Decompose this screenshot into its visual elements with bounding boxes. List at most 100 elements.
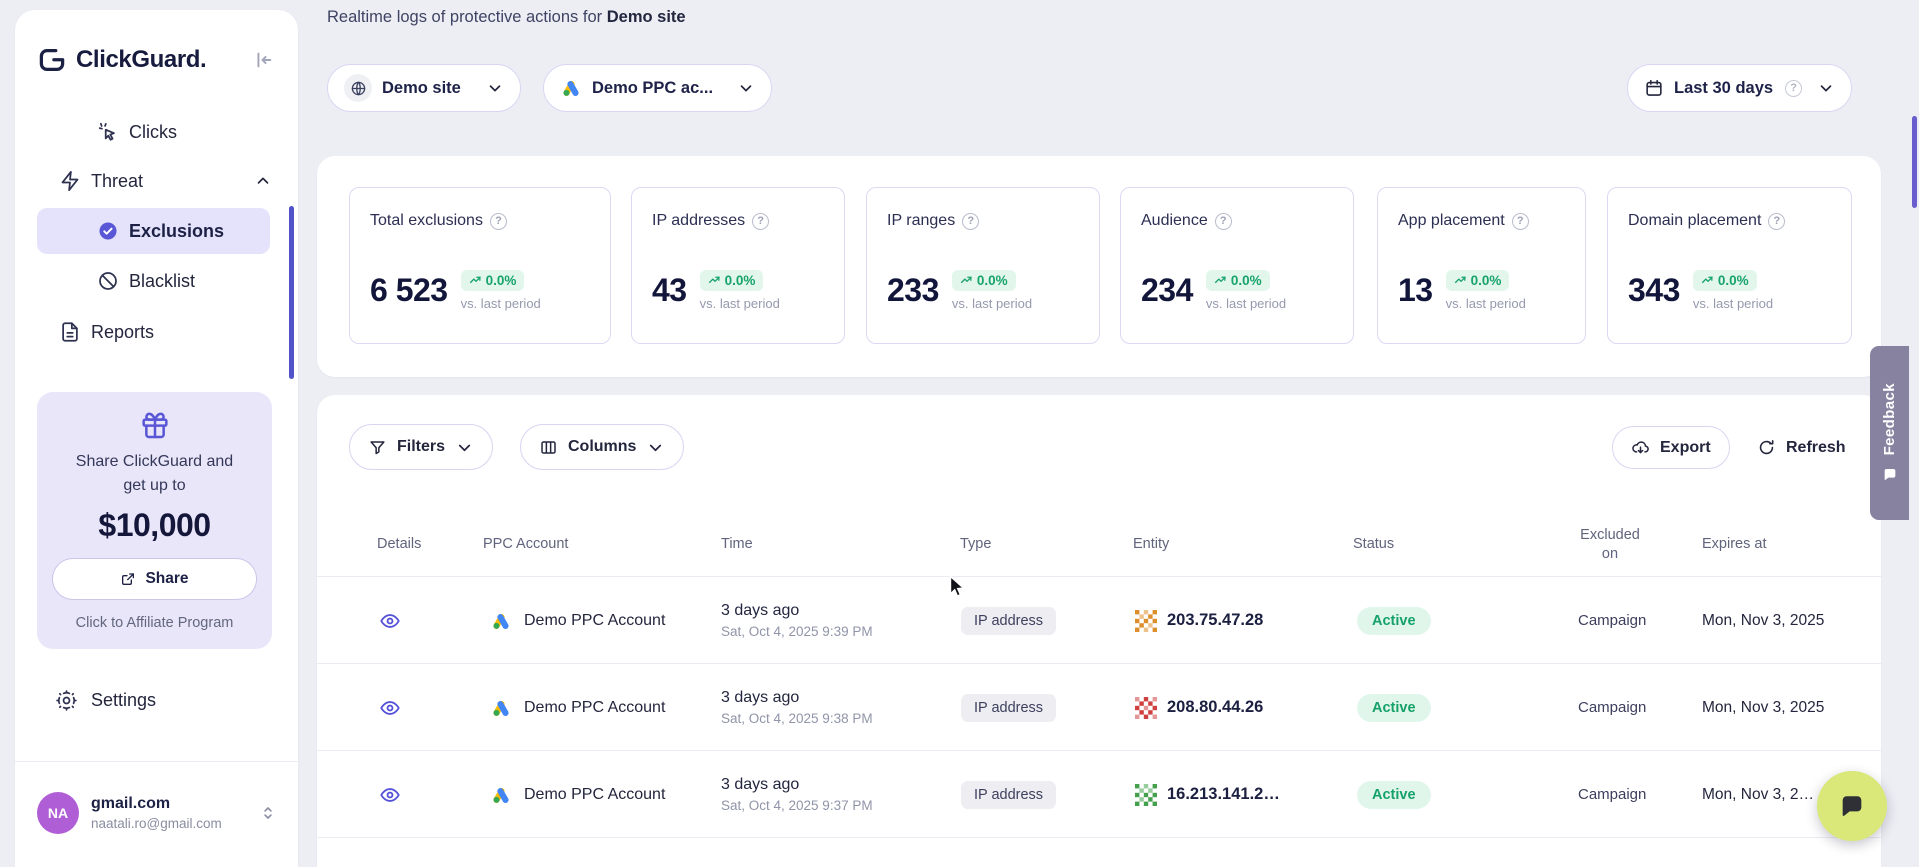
refresh-button[interactable]: Refresh (1749, 426, 1854, 469)
ban-icon (97, 270, 119, 292)
stat-audience: Audience 234 0.0% vs. last period (1120, 187, 1354, 344)
sidebar-divider (15, 761, 298, 762)
table-row: 3 days ago (317, 837, 1881, 867)
stat-title: IP ranges (887, 212, 955, 230)
ppc-account-selector-dropdown[interactable]: Demo PPC ac... (543, 64, 772, 112)
document-icon (59, 321, 81, 343)
sidebar-item-exclusions[interactable]: Exclusions (37, 208, 270, 254)
sidebar-item-threat[interactable]: Threat (15, 158, 298, 204)
sidebar-scrollbar-thumb[interactable] (289, 206, 294, 379)
chat-launcher-button[interactable] (1817, 771, 1887, 841)
promo-amount: $10,000 (37, 507, 272, 544)
cursor-click-icon (97, 121, 119, 143)
profile-name: gmail.com (91, 795, 222, 813)
delta-value: 0.0% (1471, 273, 1502, 288)
page-scrollbar-thumb[interactable] (1912, 116, 1917, 208)
entity-value: 16.213.141.2… (1167, 785, 1280, 804)
columns-label: Columns (568, 438, 636, 456)
stat-value: 43 (652, 272, 687, 309)
column-header-details: Details (377, 536, 421, 552)
ppc-account-selector-value: Demo PPC ac... (592, 79, 713, 98)
stat-app-placement: App placement 13 0.0% vs. last period (1377, 187, 1586, 344)
delta-value: 0.0% (486, 273, 517, 288)
stat-value: 234 (1141, 272, 1193, 309)
collapse-icon (252, 49, 274, 71)
entity-value: 208.80.44.26 (1167, 698, 1263, 717)
promo-text-line2: get up to (37, 474, 272, 498)
help-icon[interactable] (1768, 213, 1785, 230)
help-icon[interactable] (1785, 80, 1802, 97)
help-icon[interactable] (962, 213, 979, 230)
feedback-label: Feedback (1881, 383, 1898, 455)
chat-bubble-icon (1838, 792, 1866, 820)
trending-up-icon (708, 274, 721, 287)
trending-up-icon (469, 274, 482, 287)
delta-badge: 0.0% (952, 270, 1016, 291)
stat-title: Audience (1141, 212, 1208, 230)
help-icon[interactable] (490, 213, 507, 230)
stats-summary-card: Total exclusions 6 523 0.0% vs. last per… (317, 156, 1881, 377)
refresh-icon (1757, 438, 1776, 457)
sidebar-item-clicks[interactable]: Clicks (15, 109, 298, 155)
globe-icon (344, 74, 372, 102)
sidebar-item-label: Clicks (129, 122, 177, 143)
stat-value: 6 523 (370, 272, 448, 309)
affiliate-program-link[interactable]: Click to Affiliate Program (37, 615, 272, 631)
chevron-up-icon (254, 172, 272, 190)
stat-title: App placement (1398, 212, 1505, 230)
google-ads-icon (560, 77, 582, 99)
excluded-on-value: Campaign (1578, 786, 1646, 803)
expires-at-value: Mon, Nov 3, 2025 (1702, 699, 1824, 717)
feedback-tab[interactable]: Feedback (1870, 346, 1909, 520)
export-label: Export (1660, 439, 1711, 457)
date-range-dropdown[interactable]: Last 30 days (1627, 64, 1852, 112)
help-icon[interactable] (752, 213, 769, 230)
stat-title: Total exclusions (370, 212, 483, 230)
share-button-label: Share (145, 570, 188, 588)
delta-value: 0.0% (1718, 273, 1749, 288)
status-badge: Active (1357, 694, 1431, 722)
delta-badge: 0.0% (1446, 270, 1510, 291)
external-link-icon (120, 571, 136, 587)
view-details-eye-icon[interactable] (379, 697, 401, 719)
lightning-icon (59, 170, 81, 192)
export-button[interactable]: Export (1612, 426, 1730, 469)
stat-ip-ranges: IP ranges 233 0.0% vs. last period (866, 187, 1100, 344)
sidebar-item-label: Threat (91, 171, 143, 192)
view-details-eye-icon[interactable] (379, 610, 401, 632)
sidebar-item-blacklist[interactable]: Blacklist (15, 258, 298, 304)
trending-up-icon (1454, 274, 1467, 287)
sidebar-item-label: Settings (91, 690, 156, 711)
stat-total-exclusions: Total exclusions 6 523 0.0% vs. last per… (349, 187, 611, 344)
delta-value: 0.0% (977, 273, 1008, 288)
sidebar-collapse-button[interactable] (250, 47, 276, 73)
view-details-eye-icon[interactable] (379, 784, 401, 806)
table-row: Demo PPC Account 3 days ago Sat, Oct 4, … (317, 576, 1881, 663)
stat-title: IP addresses (652, 212, 745, 230)
filters-dropdown-button[interactable]: Filters (349, 424, 493, 470)
help-icon[interactable] (1215, 213, 1232, 230)
subtitle-text: Realtime logs of protective actions for (327, 8, 602, 26)
column-header-type: Type (960, 536, 991, 552)
sidebar-header: ClickGuard. (15, 40, 298, 80)
trending-up-icon (960, 274, 973, 287)
stat-domain-placement: Domain placement 343 0.0% vs. last perio… (1607, 187, 1852, 344)
column-header-status: Status (1353, 536, 1394, 552)
avatar: NA (37, 792, 79, 834)
check-badge-icon (97, 220, 119, 242)
site-selector-value: Demo site (382, 79, 461, 98)
column-header-excluded-on: Excluded on (1571, 526, 1649, 564)
share-button[interactable]: Share (52, 558, 257, 600)
calendar-icon (1644, 78, 1664, 98)
columns-dropdown-button[interactable]: Columns (520, 424, 684, 470)
table-row: Demo PPC Account 3 days ago Sat, Oct 4, … (317, 750, 1881, 837)
profile-email: naatali.ro@gmail.com (91, 816, 222, 831)
help-icon[interactable] (1512, 213, 1529, 230)
type-badge: IP address (961, 781, 1056, 809)
trending-up-icon (1214, 274, 1227, 287)
profile-menu[interactable]: NA gmail.com naatali.ro@gmail.com (15, 778, 298, 848)
sidebar-item-reports[interactable]: Reports (15, 309, 298, 355)
chevron-down-icon (455, 438, 474, 457)
sidebar-item-settings[interactable]: Settings (15, 677, 298, 723)
site-selector-dropdown[interactable]: Demo site (327, 64, 521, 112)
